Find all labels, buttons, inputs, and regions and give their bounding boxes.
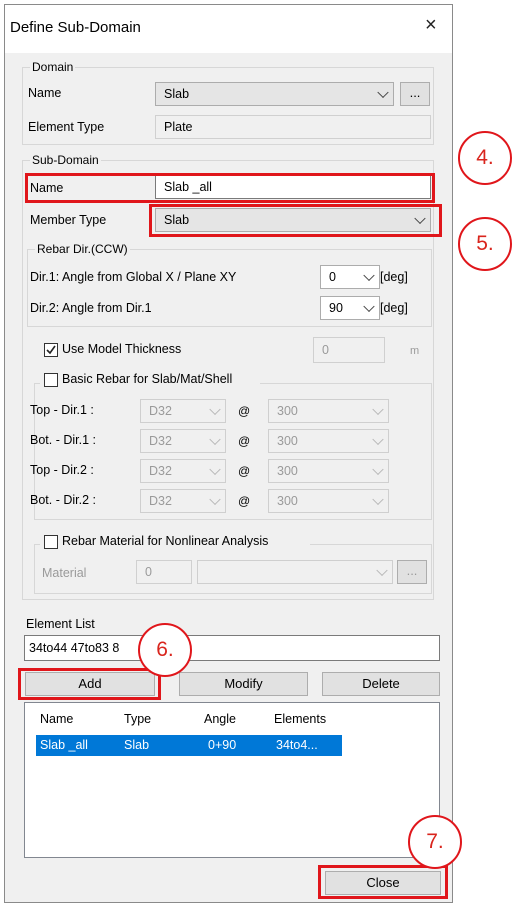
element-list-label: Element List bbox=[26, 617, 95, 631]
chevron-down-icon bbox=[363, 269, 375, 282]
rebar-row-label: Bot. - Dir.2 : bbox=[30, 493, 96, 507]
rebar-row-label: Top - Dir.1 : bbox=[30, 403, 94, 417]
column-header-angle: Angle bbox=[204, 712, 236, 726]
table-cell-angle: 0+90 bbox=[208, 738, 237, 752]
dir2-unit: [deg] bbox=[380, 301, 408, 315]
rebar-spacing-dropdown[interactable]: 300 bbox=[268, 459, 389, 483]
element-list-input[interactable]: 34to44 47to83 8 bbox=[24, 635, 440, 661]
basic-rebar-checkbox[interactable] bbox=[44, 373, 58, 387]
delete-button[interactable]: Delete bbox=[322, 672, 440, 696]
domain-group-label: Domain bbox=[30, 60, 76, 74]
rebar-spacing-dropdown[interactable]: 300 bbox=[268, 489, 389, 513]
domain-name-label: Name bbox=[28, 86, 62, 100]
subdomain-group-label: Sub-Domain bbox=[30, 153, 101, 167]
table-cell-name: Slab _all bbox=[40, 738, 88, 752]
table-cell-elements: 34to4... bbox=[276, 738, 318, 752]
rebar-spacing-value: 300 bbox=[277, 494, 298, 508]
use-model-thickness-label: Use Model Thickness bbox=[62, 342, 182, 356]
rebar-bar-dropdown[interactable]: D32 bbox=[140, 429, 226, 453]
material-id-value: 0 bbox=[145, 565, 152, 579]
rebar-bar-value: D32 bbox=[149, 434, 172, 448]
chevron-down-icon bbox=[376, 564, 388, 577]
rebar-spacing-value: 300 bbox=[277, 404, 298, 418]
use-model-thickness-checkbox[interactable] bbox=[44, 343, 58, 357]
basic-rebar-label: Basic Rebar for Slab/Mat/Shell bbox=[62, 372, 233, 386]
callout-highlight-member-type bbox=[149, 204, 442, 237]
rebar-spacing-value: 300 bbox=[277, 464, 298, 478]
rebar-spacing-dropdown[interactable]: 300 bbox=[268, 399, 389, 423]
modify-button[interactable]: Modify bbox=[179, 672, 308, 696]
domain-name-value: Slab bbox=[164, 87, 190, 101]
callout-highlight-add bbox=[18, 668, 161, 700]
rebar-spacing-dropdown[interactable]: 300 bbox=[268, 429, 389, 453]
callout-highlight-close bbox=[318, 865, 448, 899]
material-label: Material bbox=[42, 566, 87, 580]
callout-5: 5. bbox=[458, 217, 512, 271]
dir1-unit: [deg] bbox=[380, 270, 408, 284]
callout-4: 4. bbox=[458, 131, 512, 185]
dialog-title: Define Sub-Domain bbox=[10, 19, 141, 36]
callout-highlight-name bbox=[25, 173, 435, 203]
column-header-type: Type bbox=[124, 712, 152, 726]
rebar-dir-group-label: Rebar Dir.(CCW) bbox=[35, 242, 130, 256]
rebar-bar-dropdown[interactable]: D32 bbox=[140, 459, 226, 483]
rebar-material-checkbox[interactable] bbox=[44, 535, 58, 549]
chevron-down-icon bbox=[209, 463, 221, 476]
rebar-bar-value: D32 bbox=[149, 494, 172, 508]
rebar-row-label: Bot. - Dir.1 : bbox=[30, 433, 96, 447]
column-header-name: Name bbox=[40, 712, 74, 726]
element-type-value: Plate bbox=[164, 120, 193, 134]
rebar-bar-value: D32 bbox=[149, 464, 172, 478]
at-symbol: @ bbox=[238, 464, 251, 478]
dir1-value: 0 bbox=[329, 270, 336, 284]
chevron-down-icon bbox=[372, 493, 384, 506]
dir2-label: Dir.2: Angle from Dir.1 bbox=[30, 301, 152, 315]
rebar-spacing-value: 300 bbox=[277, 434, 298, 448]
close-icon[interactable]: × bbox=[425, 15, 437, 35]
thickness-value: 0 bbox=[322, 343, 329, 357]
material-browse-button[interactable]: ... bbox=[397, 560, 427, 584]
checkmark-icon bbox=[46, 345, 56, 355]
material-id-field: 0 bbox=[136, 560, 192, 584]
rebar-bar-dropdown[interactable]: D32 bbox=[140, 489, 226, 513]
chevron-down-icon bbox=[209, 403, 221, 416]
domain-name-dropdown[interactable]: Slab bbox=[155, 82, 394, 106]
chevron-down-icon bbox=[372, 433, 384, 446]
chevron-down-icon bbox=[363, 300, 375, 313]
callout-7: 7. bbox=[408, 815, 462, 869]
rebar-bar-dropdown[interactable]: D32 bbox=[140, 399, 226, 423]
dir1-label: Dir.1: Angle from Global X / Plane XY bbox=[30, 270, 237, 284]
rebar-bar-value: D32 bbox=[149, 404, 172, 418]
column-header-elements: Elements bbox=[274, 712, 327, 726]
rebar-row-label: Top - Dir.2 : bbox=[30, 463, 94, 477]
thickness-input: 0 bbox=[313, 337, 385, 363]
member-type-label: Member Type bbox=[30, 213, 107, 227]
domain-browse-button[interactable]: ... bbox=[400, 82, 430, 106]
chevron-down-icon bbox=[377, 86, 389, 99]
dir2-angle-dropdown[interactable]: 90 bbox=[320, 296, 380, 320]
at-symbol: @ bbox=[238, 494, 251, 508]
at-symbol: @ bbox=[238, 434, 251, 448]
at-symbol: @ bbox=[238, 404, 251, 418]
chevron-down-icon bbox=[209, 493, 221, 506]
dir1-angle-dropdown[interactable]: 0 bbox=[320, 265, 380, 289]
chevron-down-icon bbox=[209, 433, 221, 446]
thickness-unit: m bbox=[410, 345, 420, 357]
element-type-label: Element Type bbox=[28, 120, 105, 134]
callout-6: 6. bbox=[138, 623, 192, 677]
rebar-material-label: Rebar Material for Nonlinear Analysis bbox=[62, 534, 269, 548]
table-cell-type: Slab bbox=[124, 738, 150, 752]
chevron-down-icon bbox=[372, 403, 384, 416]
material-dropdown[interactable] bbox=[197, 560, 393, 584]
element-type-field: Plate bbox=[155, 115, 431, 139]
chevron-down-icon bbox=[372, 463, 384, 476]
element-list-value: 34to44 47to83 8 bbox=[29, 641, 120, 655]
dir2-value: 90 bbox=[329, 301, 343, 315]
